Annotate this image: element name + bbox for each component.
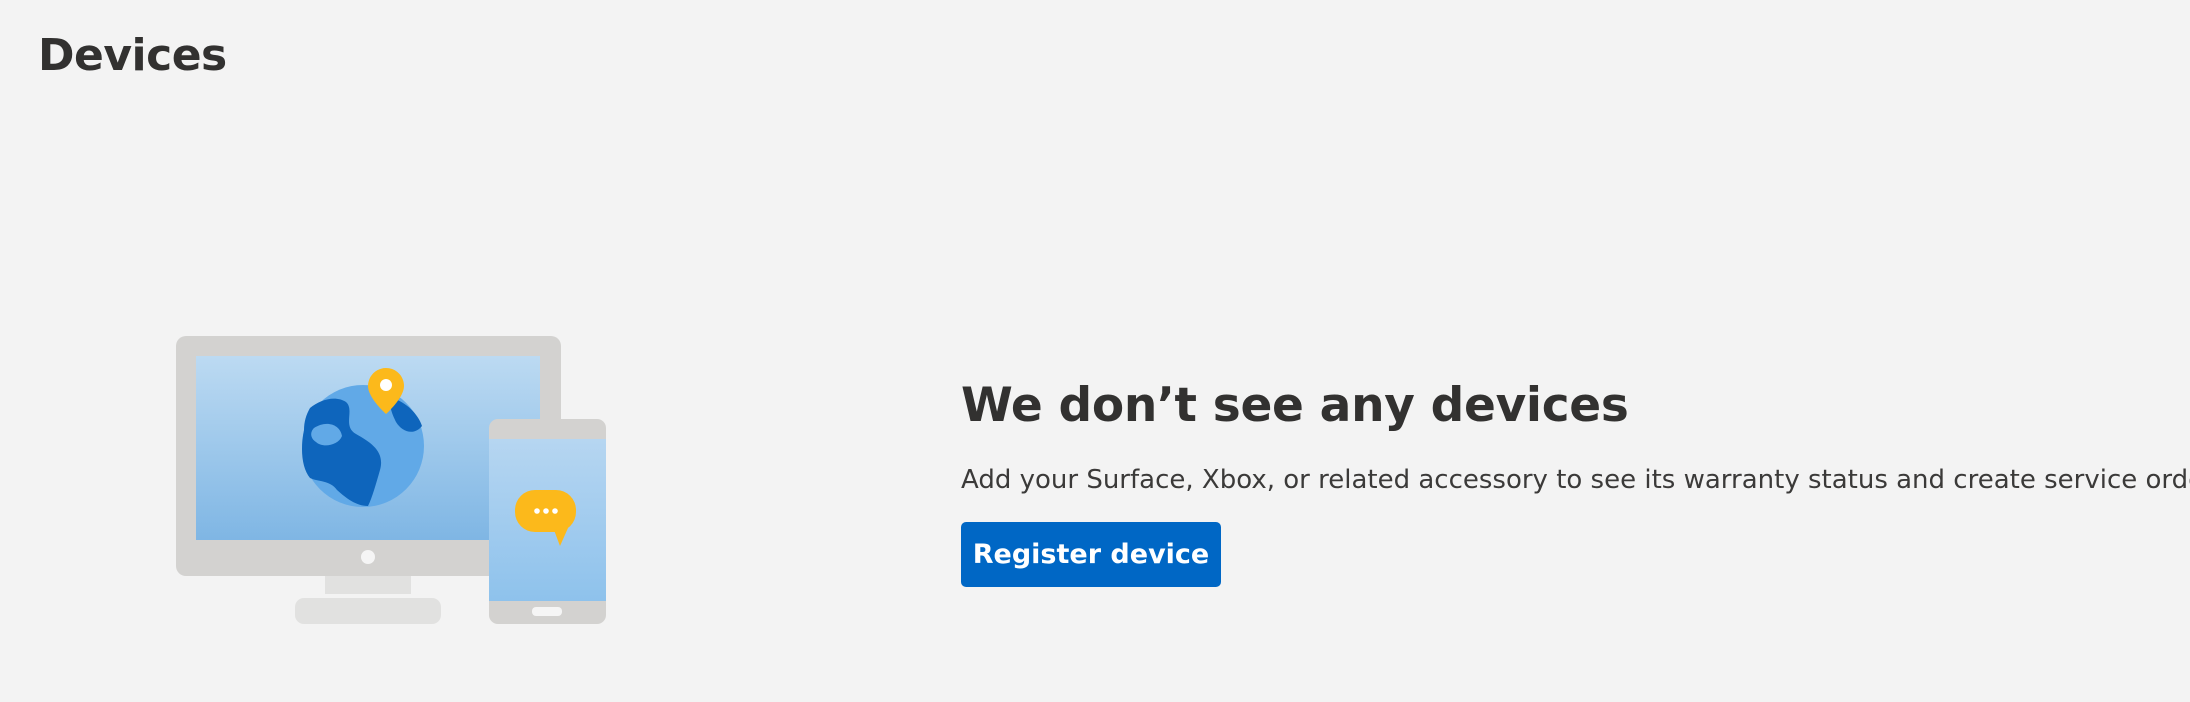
register-device-button[interactable]: Register device [961, 521, 1221, 587]
empty-state-description: Add your Surface, Xbox, or related acces… [961, 464, 2190, 495]
devices-illustration-icon [170, 330, 610, 630]
monitor-stand [295, 574, 441, 624]
empty-state: We don’t see any devices Add your Surfac… [961, 378, 2190, 587]
page-title: Devices [38, 30, 227, 81]
globe-icon [302, 385, 424, 507]
empty-state-title: We don’t see any devices [961, 378, 1629, 433]
